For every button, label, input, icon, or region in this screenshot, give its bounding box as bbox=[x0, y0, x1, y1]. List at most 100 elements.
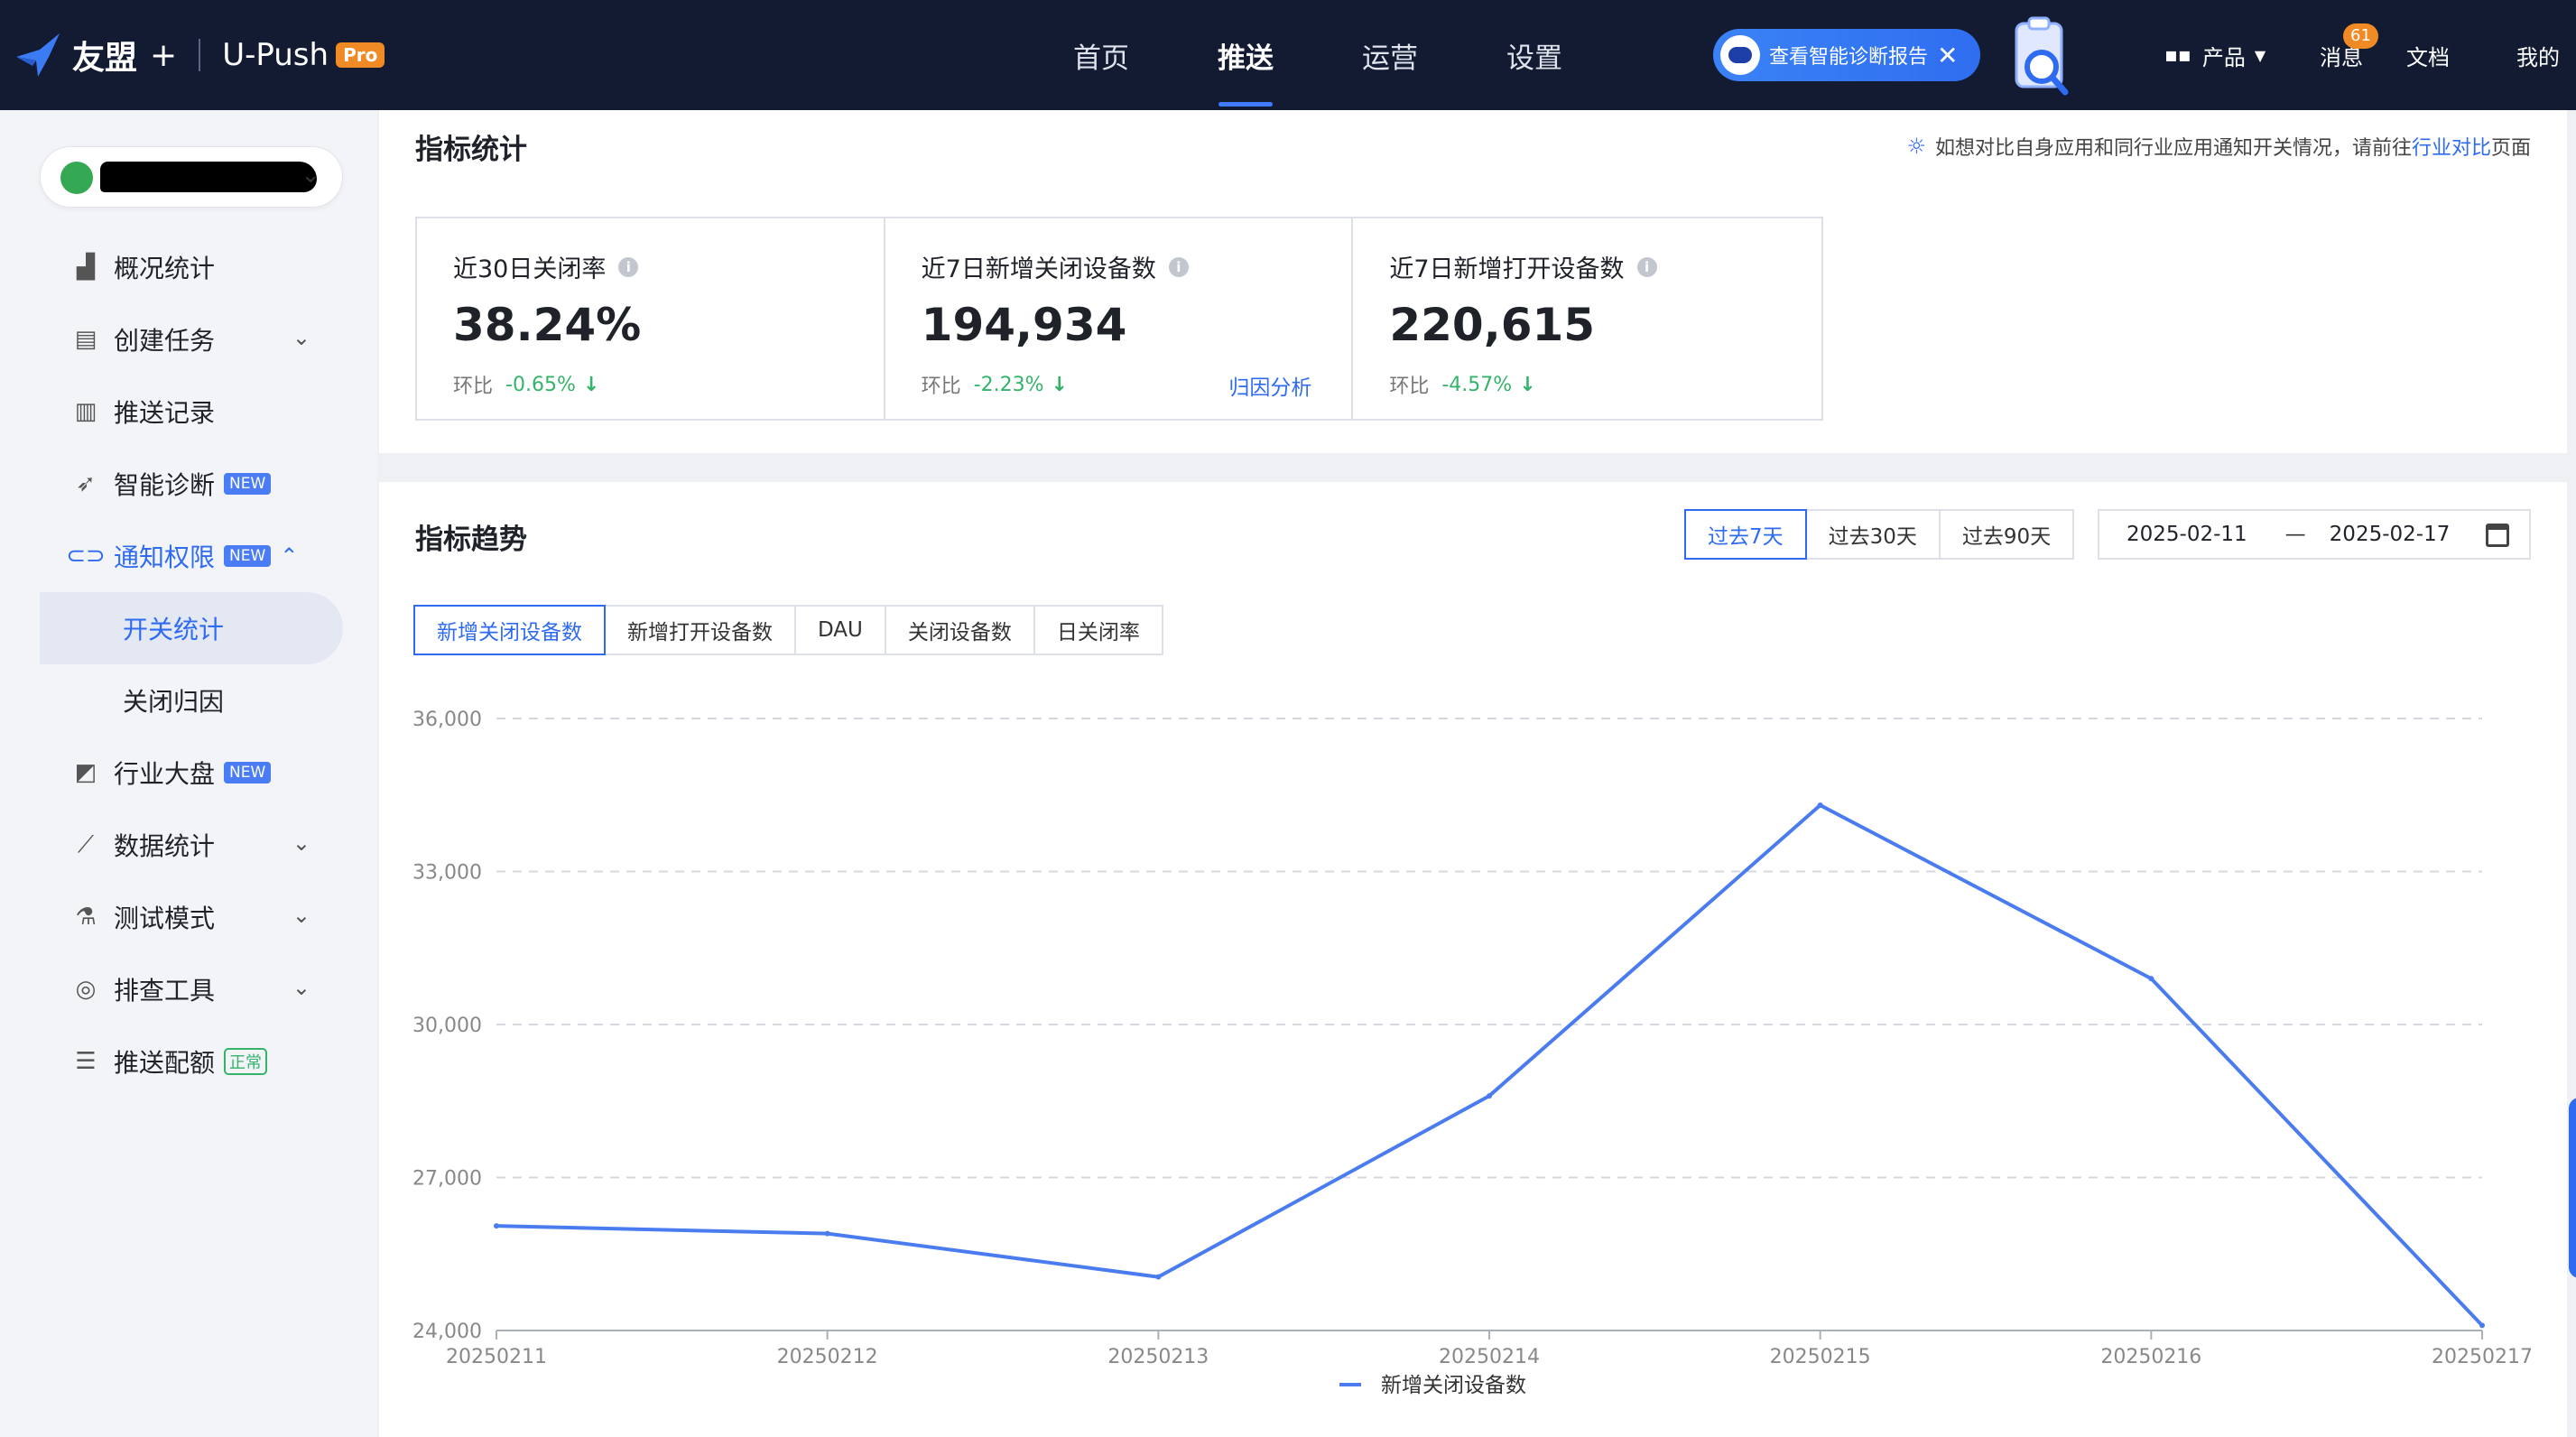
date-end[interactable]: 2025-02-17 bbox=[2330, 523, 2451, 546]
products-menu[interactable]: ▪▪ 产品 ▼ bbox=[2164, 0, 2266, 110]
stat-card-close-rate: 近30日关闭率 i 38.24% 环比 -0.65% ↓ bbox=[417, 218, 885, 419]
attribution-analysis-link[interactable]: 归因分析 bbox=[1228, 370, 1311, 401]
x-tick-label: 20250214 bbox=[1439, 1346, 1540, 1368]
app-selector[interactable]: ⌄ bbox=[40, 146, 343, 208]
y-tick-label: 33,000 bbox=[412, 862, 482, 885]
legend-label: 新增关闭设备数 bbox=[1381, 1374, 1526, 1397]
trend-line-chart: 24,000 27,000 30,000 33,000 36,000 20250211 20… bbox=[412, 709, 2533, 1397]
tab-daily-close-rate[interactable]: 日关闭率 bbox=[1033, 605, 1163, 655]
data-point bbox=[824, 1230, 830, 1237]
trend-title: 指标趋势 bbox=[415, 524, 527, 556]
arrow-down-icon: ↓ bbox=[1051, 373, 1068, 396]
info-icon[interactable]: i bbox=[1636, 256, 1657, 277]
trend-card: 指标趋势 过去7天 过去30天 过去90天 2025-02-11 — 2025-… bbox=[379, 482, 2567, 1437]
range-90d-button[interactable]: 过去90天 bbox=[1938, 509, 2075, 560]
tab-dau[interactable]: DAU bbox=[794, 605, 886, 655]
sidebar-item-industry[interactable]: ◩ 行业大盘 NEW bbox=[40, 737, 343, 809]
sidebar-item-notification-permission[interactable]: ⊂⊃ 通知权限 NEW ⌃ bbox=[40, 520, 343, 592]
sidebar-item-switch-stats[interactable]: 开关统计 bbox=[40, 592, 343, 664]
data-point bbox=[2148, 976, 2154, 982]
sidebar-item-label: 开关统计 bbox=[123, 615, 225, 644]
chevron-down-icon: ⌄ bbox=[292, 903, 310, 928]
compare-value: -0.65% bbox=[505, 373, 576, 396]
range-7d-button[interactable]: 过去7天 bbox=[1684, 509, 1807, 560]
robot-icon bbox=[1720, 35, 1760, 75]
sidebar-item-diagnosis[interactable]: ➶ 智能诊断 NEW bbox=[40, 448, 343, 520]
series-line bbox=[496, 803, 2484, 1327]
product-name: U-Push bbox=[222, 37, 329, 73]
sidebar-item-push-quota[interactable]: ☰ 推送配额 正常 bbox=[40, 1025, 343, 1098]
sidebar-item-label: 排查工具 bbox=[114, 976, 216, 1006]
sidebar-item-overview[interactable]: ▟ 概况统计 bbox=[40, 231, 343, 303]
messages-link[interactable]: 消息 bbox=[2320, 0, 2363, 110]
chevron-down-icon: ⌄ bbox=[292, 325, 310, 350]
industry-compare-link[interactable]: 行业对比 bbox=[2412, 132, 2491, 161]
metric-tabs: 新增关闭设备数 新增打开设备数 DAU 关闭设备数 日关闭率 bbox=[413, 605, 1163, 655]
stat-value: 194,934 bbox=[921, 299, 1127, 351]
sidebar-item-create-task[interactable]: ▤ 创建任务 ⌄ bbox=[40, 303, 343, 375]
y-tick-label: 36,000 bbox=[412, 709, 482, 731]
tab-closed-devices[interactable]: 关闭设备数 bbox=[884, 605, 1035, 655]
x-tick-label: 20250217 bbox=[2432, 1346, 2533, 1368]
stat-card-new-opened: 近7日新增打开设备数 i 220,615 环比 -4.57% ↓ bbox=[1353, 218, 1821, 419]
sidebar-item-label: 概况统计 bbox=[114, 254, 216, 283]
date-range-picker[interactable]: 2025-02-11 — 2025-02-17 bbox=[2098, 509, 2531, 560]
data-point bbox=[2479, 1322, 2485, 1329]
sidebar-item-label: 数据统计 bbox=[114, 831, 216, 861]
stat-value: 38.24% bbox=[453, 299, 642, 351]
data-point bbox=[1817, 802, 1823, 809]
logo-divider bbox=[199, 39, 201, 71]
sidebar-item-test-mode[interactable]: ⚗ 测试模式 ⌄ bbox=[40, 881, 343, 953]
y-tick-label: 24,000 bbox=[412, 1321, 482, 1343]
stat-label: 近7日新增关闭设备数 bbox=[921, 255, 1156, 283]
metrics-title: 指标统计 bbox=[415, 134, 527, 166]
x-tick-label: 20250211 bbox=[446, 1346, 547, 1368]
nav-operation[interactable]: 运营 bbox=[1318, 0, 1462, 110]
sidebar-item-close-attribution[interactable]: 关闭归因 bbox=[40, 664, 343, 737]
nav-push[interactable]: 推送 bbox=[1173, 0, 1318, 110]
data-point bbox=[494, 1223, 499, 1229]
sidebar-item-data-stats[interactable]: ⟋ 数据统计 ⌄ bbox=[40, 809, 343, 881]
close-icon[interactable]: ✕ bbox=[1937, 41, 1958, 70]
feedback-tab[interactable] bbox=[2569, 1098, 2576, 1278]
record-icon: ▥ bbox=[74, 398, 97, 425]
tab-new-opened[interactable]: 新增打开设备数 bbox=[604, 605, 796, 655]
sidebar-item-label: 关闭归因 bbox=[123, 687, 225, 717]
date-start[interactable]: 2025-02-11 bbox=[2127, 523, 2247, 546]
sidebar-item-troubleshoot[interactable]: ◎ 排查工具 ⌄ bbox=[40, 953, 343, 1025]
chevron-down-icon: ▼ bbox=[2254, 46, 2266, 64]
sidebar-item-label: 推送记录 bbox=[114, 398, 216, 428]
stat-card-new-closed: 近7日新增关闭设备数 i 194,934 环比 -2.23% ↓ 归因分析 bbox=[885, 218, 1354, 419]
diagnosis-report-pill[interactable]: 查看智能诊断报告 ✕ bbox=[1713, 29, 1980, 81]
chevron-down-icon: ⌄ bbox=[292, 830, 310, 856]
sliders-icon: ☰ bbox=[75, 1048, 97, 1075]
tab-new-closed[interactable]: 新增关闭设备数 bbox=[413, 605, 606, 655]
info-icon[interactable]: i bbox=[618, 256, 639, 277]
sidebar-item-push-record[interactable]: ▥ 推送记录 bbox=[40, 375, 343, 448]
new-badge: NEW bbox=[224, 473, 272, 495]
range-30d-button[interactable]: 过去30天 bbox=[1804, 509, 1941, 560]
brand-plus: + bbox=[150, 36, 178, 74]
line-chart-icon: ⟋ bbox=[77, 830, 95, 858]
docs-link[interactable]: 文档 bbox=[2406, 0, 2450, 110]
data-point bbox=[1487, 1093, 1492, 1099]
calendar-icon[interactable] bbox=[2486, 524, 2509, 547]
nav-settings[interactable]: 设置 bbox=[1462, 0, 1607, 110]
top-navbar: 友盟 + U-Push Pro 首页 推送 运营 设置 查看智能诊断报告 ✕ ▪… bbox=[0, 0, 2576, 110]
data-point bbox=[1155, 1274, 1162, 1280]
my-account-link[interactable]: 我的 bbox=[2516, 0, 2560, 110]
products-label: 产品 bbox=[2201, 44, 2246, 70]
clipboard-search-icon[interactable] bbox=[2009, 14, 2074, 101]
diagnosis-report-label: 查看智能诊断报告 bbox=[1769, 46, 1929, 69]
x-tick-label: 20250215 bbox=[1770, 1346, 1871, 1368]
chevron-down-icon: ⌄ bbox=[292, 975, 310, 1000]
target-icon: ◎ bbox=[75, 976, 97, 1003]
toggle-icon: ⊂⊃ bbox=[66, 542, 106, 570]
docs-label: 文档 bbox=[2406, 44, 2450, 70]
nav-home[interactable]: 首页 bbox=[1029, 0, 1173, 110]
umeng-logo[interactable]: 友盟 + U-Push Pro bbox=[13, 27, 385, 83]
hint-suffix: 页面 bbox=[2490, 137, 2531, 160]
task-icon: ▤ bbox=[74, 326, 97, 353]
info-icon[interactable]: i bbox=[1168, 256, 1189, 277]
stat-label: 近7日新增打开设备数 bbox=[1389, 255, 1625, 283]
